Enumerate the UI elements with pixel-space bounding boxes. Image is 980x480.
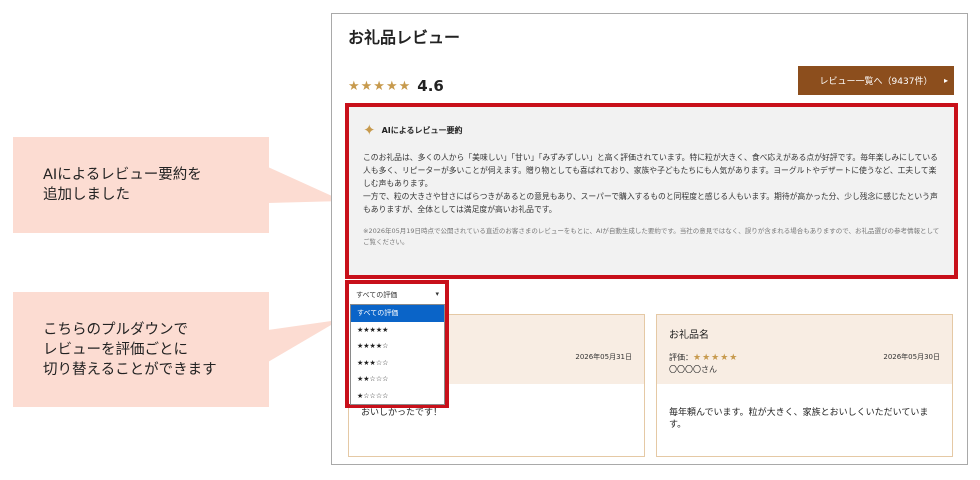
rating-option-3[interactable]: ★★★☆☆ bbox=[351, 355, 444, 372]
review-rating: 評価：★★★★★ bbox=[669, 352, 738, 363]
ai-summary-heading: AIによるレビュー要約 bbox=[381, 125, 463, 135]
rating-value: 4.6 bbox=[417, 77, 444, 95]
callout-dropdown-text: こちらのプルダウンで レビューを評価ごとに 切り替えることができます bbox=[43, 321, 217, 378]
review-panel: お礼品レビュー ★★★★★ 4.6 レビュー一覧へ（9437件） ▸ ✦ AIに… bbox=[331, 13, 968, 465]
rating-option-4[interactable]: ★★★★☆ bbox=[351, 338, 444, 355]
page-title: お礼品レビュー bbox=[348, 28, 461, 47]
callout-ai-summary: AIによるレビュー要約を 追加しました bbox=[13, 137, 269, 233]
review-text: 毎年頼んでいます。粒が大きく、家族とおいしくいただいています。 bbox=[669, 408, 929, 430]
review-card-header: お礼品名 評価：★★★★★ 2026年05月30日 〇〇〇〇さん bbox=[657, 315, 952, 384]
review-stars: ★★★★★ bbox=[693, 353, 739, 363]
average-rating: ★★★★★ 4.6 bbox=[348, 77, 444, 95]
review-text: おいしかったです！ bbox=[361, 408, 443, 418]
review-item-name: お礼品名 bbox=[669, 330, 709, 341]
rating-filter-options: すべての評価 ★★★★★ ★★★★☆ ★★★☆☆ ★★☆☆☆ ★☆☆☆☆ bbox=[350, 304, 445, 405]
rating-stars: ★★★★★ bbox=[348, 78, 412, 94]
review-list-button-label: レビュー一覧へ（9437件） bbox=[819, 77, 933, 87]
ai-summary-body: このお礼品は、多くの人から「美味しい」「甘い」「みずみずしい」と高く評価されてい… bbox=[363, 153, 938, 214]
rating-option-all[interactable]: すべての評価 bbox=[351, 305, 444, 322]
callout-arrow-dropdown bbox=[268, 303, 340, 362]
chevron-down-icon: ▾ bbox=[435, 290, 439, 298]
review-user: 〇〇〇〇さん bbox=[669, 365, 717, 374]
ai-summary-heading-row: ✦ AIによるレビュー要約 bbox=[363, 121, 940, 139]
rating-filter-selected: すべての評価 bbox=[356, 291, 398, 299]
rating-option-5[interactable]: ★★★★★ bbox=[351, 322, 444, 339]
rating-option-1[interactable]: ★☆☆☆☆ bbox=[351, 388, 444, 405]
caret-right-icon: ▸ bbox=[943, 76, 948, 85]
rating-option-2[interactable]: ★★☆☆☆ bbox=[351, 371, 444, 388]
review-card: お礼品名 評価：★★★★★ 2026年05月30日 〇〇〇〇さん 毎年頼んでいま… bbox=[656, 314, 953, 457]
review-date: 2026年05月31日 bbox=[575, 353, 632, 361]
review-list-button[interactable]: レビュー一覧へ（9437件） ▸ bbox=[798, 66, 954, 95]
review-rating-label: 評価： bbox=[669, 353, 693, 362]
rating-filter-dropdown: すべての評価 ▾ すべての評価 ★★★★★ ★★★★☆ ★★★☆☆ ★★☆☆☆ … bbox=[345, 280, 449, 408]
rating-filter-select[interactable]: すべての評価 ▾ bbox=[352, 287, 443, 303]
review-date: 2026年05月30日 bbox=[883, 353, 940, 361]
callout-ai-summary-text: AIによるレビュー要約を 追加しました bbox=[43, 167, 202, 203]
callout-dropdown: こちらのプルダウンで レビューを評価ごとに 切り替えることができます bbox=[13, 292, 269, 407]
sparkle-icon: ✦ bbox=[363, 121, 376, 139]
ai-summary-note: ※2026年05月19日時点で公開されている直近のお客さまのレビューをもとに、A… bbox=[363, 227, 940, 246]
ai-summary-box: ✦ AIによるレビュー要約 このお礼品は、多くの人から「美味しい」「甘い」「みず… bbox=[345, 103, 958, 279]
